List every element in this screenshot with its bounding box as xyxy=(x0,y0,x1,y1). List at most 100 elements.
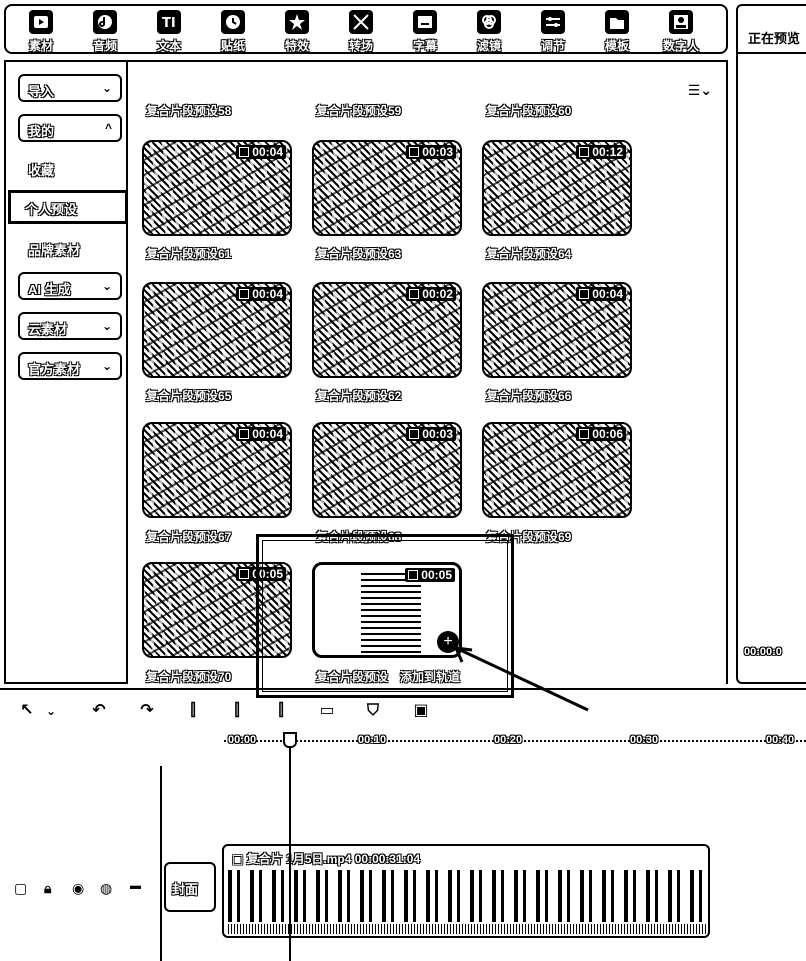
cover-button[interactable]: 封面 xyxy=(164,862,216,912)
sidebar-personal-presets[interactable]: 个人预设 xyxy=(8,190,128,224)
chevron-down-icon: ⌄ xyxy=(101,359,112,373)
preview-time: 00:00:0 xyxy=(744,646,782,658)
crop-icon[interactable]: ▣ xyxy=(410,700,432,722)
chevron-down-icon: ⌄ xyxy=(101,319,112,333)
media-caption: 复合片段预设66 xyxy=(486,389,572,403)
media-card[interactable]: 00:04 xyxy=(142,282,292,378)
split-left-icon[interactable]: ⫿ xyxy=(226,700,248,722)
tool-audio[interactable]: 音频 xyxy=(80,10,130,54)
sidebar-label: 云素材 xyxy=(28,322,68,337)
timeline-clip[interactable]: ▣ 复合片 1月5日.mp4 00:00:31:04 xyxy=(222,844,710,938)
duration-text: 00:03 xyxy=(422,145,453,159)
sidebar-import[interactable]: 导入 ⌄ xyxy=(18,74,122,102)
tool-label: 模板 xyxy=(604,39,629,53)
tool-label: 字幕 xyxy=(412,39,437,53)
cover-label: 封面 xyxy=(172,882,199,897)
divider xyxy=(738,52,806,54)
duration-badge: 00:02 xyxy=(406,287,456,301)
adjust-icon xyxy=(541,10,565,34)
media-card[interactable]: 00:04 xyxy=(482,282,632,378)
preview-title: 正在预览 xyxy=(748,31,801,46)
sidebar-favorites[interactable]: 收藏 xyxy=(28,160,54,179)
music-note-icon xyxy=(93,10,117,34)
tool-label: 素材 xyxy=(28,39,53,53)
tool-sticker[interactable]: 贴纸 xyxy=(208,10,258,54)
split-icon[interactable]: ⫿ xyxy=(182,700,204,722)
tool-subtitle[interactable]: 字幕 xyxy=(400,10,450,54)
media-caption: 复合片段预设63 xyxy=(316,247,402,261)
media-caption: 复合片段预设 xyxy=(316,670,389,684)
media-card-hovered[interactable]: 00:05 + xyxy=(312,562,462,658)
tool-label: 转场 xyxy=(348,39,373,53)
ruler-tick: 00:20 xyxy=(494,734,523,746)
duration-text: 00:04 xyxy=(592,287,623,301)
sidebar-label: AI 生成 xyxy=(28,282,71,297)
media-caption: 复合片段预设64 xyxy=(486,247,572,261)
ruler-tick: 00:00 xyxy=(228,734,257,746)
duration-badge: 00:03 xyxy=(406,145,456,159)
tool-template[interactable]: 模板 xyxy=(592,10,642,54)
redo-icon[interactable]: ↷ xyxy=(136,700,158,722)
sidebar-label: 官方素材 xyxy=(28,362,81,377)
filter-icon xyxy=(477,10,501,34)
delete-icon[interactable]: ▭ xyxy=(316,700,338,722)
media-card[interactable]: 00:03 xyxy=(312,422,462,518)
chevron-down-icon: ⌄ xyxy=(101,81,112,95)
sidebar-mine[interactable]: 我的 ^ xyxy=(18,114,122,142)
sparkle-icon xyxy=(285,10,309,34)
playhead-handle[interactable] xyxy=(283,732,297,748)
clip-title: 复合片 xyxy=(246,852,283,866)
tool-media[interactable]: 素材 xyxy=(16,10,66,54)
sidebar-cloud-assets[interactable]: 云素材 ⌄ xyxy=(18,312,122,340)
more-icon[interactable]: ▬ xyxy=(130,880,141,892)
track-video-icon[interactable]: ▢ xyxy=(14,880,27,897)
subtitle-icon xyxy=(413,10,437,34)
chevron-down-icon[interactable]: ⌄ xyxy=(40,700,62,722)
eye-icon[interactable]: ◉ xyxy=(72,880,84,897)
media-card[interactable]: 00:04 xyxy=(142,140,292,236)
sort-filter-icon[interactable]: ☰⌄ xyxy=(688,82,712,99)
tool-text[interactable]: TI 文本 xyxy=(144,10,194,54)
undo-icon[interactable]: ↶ xyxy=(88,700,110,722)
media-caption: 复合片段预设61 xyxy=(146,247,232,261)
playhead[interactable] xyxy=(289,732,291,961)
media-icon xyxy=(29,10,53,34)
media-caption: 复合片段预设59 xyxy=(316,104,402,118)
timeline-ruler[interactable]: 00:00 00:10 00:20 00:30 00:40 xyxy=(224,734,806,750)
transition-icon xyxy=(349,10,373,34)
ruler-tick: 00:40 xyxy=(766,734,795,746)
duration-text: 00:04 xyxy=(252,145,283,159)
media-caption: 复合片段预设60 xyxy=(486,104,572,118)
tool-transition[interactable]: 转场 xyxy=(336,10,386,54)
media-card[interactable]: 00:06 xyxy=(482,422,632,518)
media-card[interactable]: 00:03 xyxy=(312,140,462,236)
duration-badge: 00:04 xyxy=(236,287,286,301)
tool-adjust[interactable]: 调节 xyxy=(528,10,578,54)
media-card[interactable]: 00:02 xyxy=(312,282,462,378)
tool-digital-human[interactable]: 数字人 xyxy=(656,10,706,54)
tool-effects[interactable]: 特效 xyxy=(272,10,322,54)
duration-badge: 00:04 xyxy=(576,287,626,301)
clip-duration: 00:00:31:04 xyxy=(354,852,421,866)
shield-icon[interactable]: ⛉ xyxy=(362,700,384,722)
sidebar-label: 我的 xyxy=(28,124,55,139)
sidebar-ai-generate[interactable]: AI 生成 ⌄ xyxy=(18,272,122,300)
sidebar-brand-assets[interactable]: 品牌素材 xyxy=(28,240,80,259)
lock-icon[interactable]: 🔒︎ xyxy=(44,880,51,897)
media-card[interactable]: 00:12 xyxy=(482,140,632,236)
preview-panel: 正在预览 00:00:0 xyxy=(736,4,806,684)
pointer-icon[interactable]: ↖ xyxy=(16,700,38,722)
tool-filter[interactable]: 滤镜 xyxy=(464,10,514,54)
audio-icon[interactable]: ◍ xyxy=(100,880,112,897)
media-caption: 复合片段预设70 xyxy=(146,670,232,684)
tool-label: 调节 xyxy=(540,39,565,53)
duration-badge: 00:03 xyxy=(406,427,456,441)
sidebar-official-assets[interactable]: 官方素材 ⌄ xyxy=(18,352,122,380)
sidebar: 导入 ⌄ 我的 ^ 收藏 个人预设 品牌素材 AI 生成 ⌄ 云素材 ⌄ 官方素… xyxy=(4,60,128,684)
media-card[interactable]: 00:04 xyxy=(142,422,292,518)
duration-badge: 00:12 xyxy=(576,145,626,159)
media-caption: 复合片段预设62 xyxy=(316,389,402,403)
clip-frames xyxy=(228,870,706,922)
split-right-icon[interactable]: ⫿ xyxy=(270,700,292,722)
media-caption: 复合片段预设58 xyxy=(146,104,232,118)
